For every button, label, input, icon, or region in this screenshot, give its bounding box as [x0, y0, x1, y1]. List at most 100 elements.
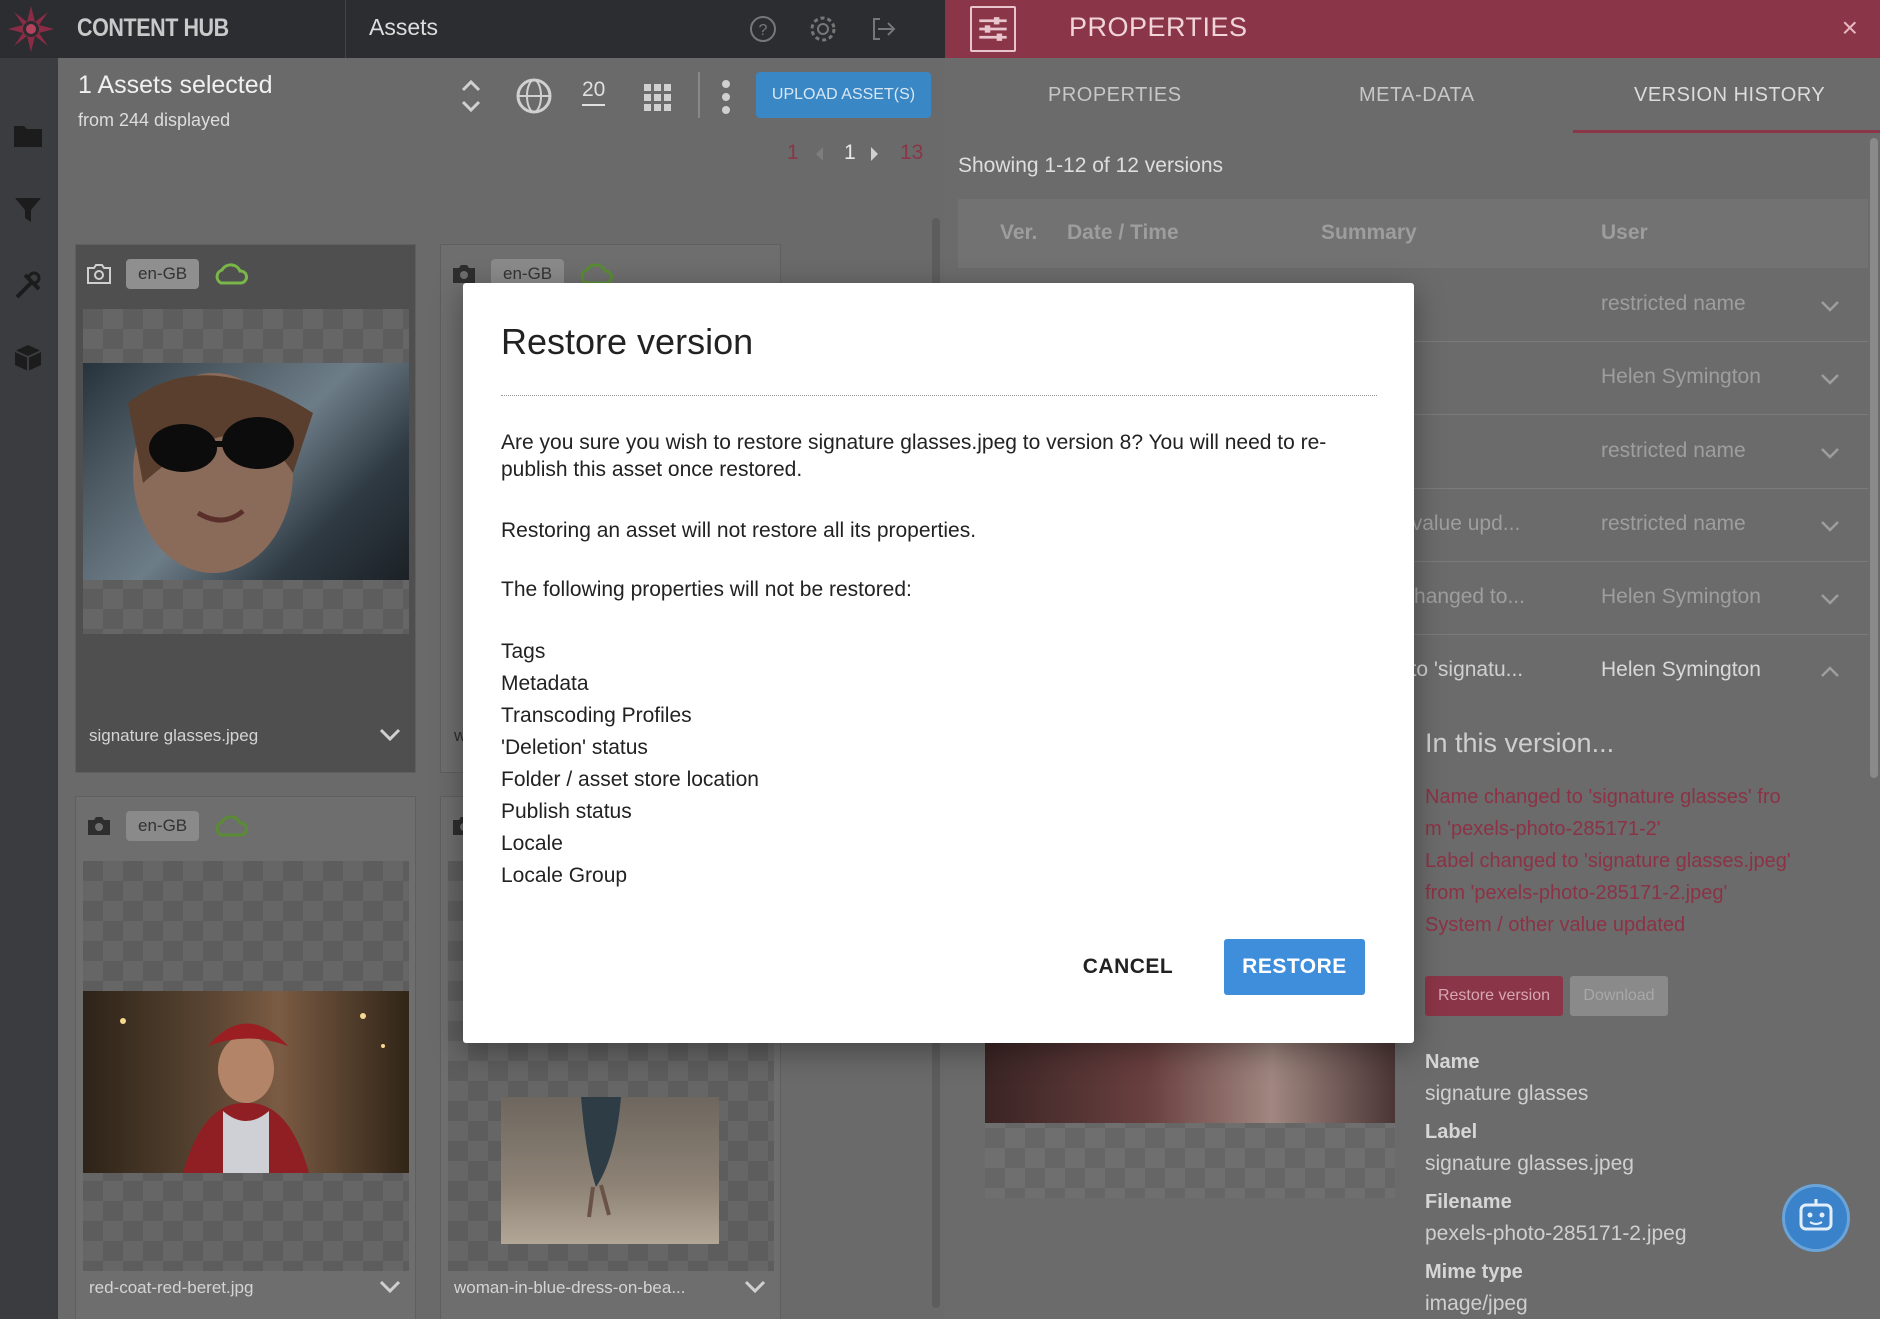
list-item: Metadata	[501, 672, 589, 695]
chevron-down-icon[interactable]	[1820, 520, 1840, 532]
grid-view-icon[interactable]	[642, 82, 672, 112]
field-value-filename: pexels-photo-285171-2.jpeg	[1425, 1222, 1687, 1245]
logout-icon[interactable]	[866, 12, 900, 46]
asset-name: signature glasses.jpeg	[89, 726, 259, 745]
locale-badge: en-GB	[126, 811, 200, 841]
row-user: restricted name	[1601, 512, 1746, 535]
dialog-message: Are you sure you wish to restore signatu…	[501, 431, 1327, 481]
asset-thumbnail	[83, 991, 409, 1173]
chevron-down-icon[interactable]	[379, 728, 401, 742]
dialog-title: Restore version	[501, 321, 754, 362]
section-title: Assets	[369, 14, 439, 40]
brand-name: CONTENT HUB	[77, 14, 229, 42]
folder-icon[interactable]	[12, 120, 44, 152]
tab-properties[interactable]: PROPERTIES	[1048, 84, 1182, 107]
page-size-selector[interactable]: 20	[582, 78, 606, 106]
filter-icon[interactable]	[12, 194, 44, 226]
upload-assets-button[interactable]: UPLOAD ASSET(S)	[756, 72, 931, 118]
top-bar: CONTENT HUB Assets ?	[0, 0, 945, 58]
field-label-filename: Filename	[1425, 1191, 1512, 1213]
content-hub-logo-icon[interactable]	[6, 4, 56, 54]
chevron-down-icon[interactable]	[1820, 373, 1840, 385]
asset-card[interactable]: en-GB signature glasses.jpeg	[75, 244, 416, 773]
globe-icon[interactable]	[514, 76, 554, 116]
properties-title: PROPERTIES	[1069, 12, 1248, 42]
asset-thumbnail	[501, 1097, 719, 1244]
column-header-version: Ver.	[1000, 221, 1038, 244]
close-icon[interactable]: ×	[1842, 12, 1858, 44]
list-item: Publish status	[501, 800, 632, 823]
active-tab-indicator	[1573, 130, 1880, 133]
tools-icon[interactable]	[12, 270, 44, 302]
svg-text:?: ?	[759, 22, 768, 39]
camera-icon	[453, 265, 475, 283]
field-value-label: signature glasses.jpeg	[1425, 1152, 1634, 1175]
chevron-down-icon[interactable]	[744, 1280, 766, 1294]
more-options-icon[interactable]	[720, 78, 732, 118]
version-count: Showing 1-12 of 12 versions	[958, 154, 1223, 177]
chevron-down-icon[interactable]	[379, 1280, 401, 1294]
chevron-down-icon[interactable]	[1820, 300, 1840, 312]
topbar-divider	[345, 0, 346, 58]
version-table-header: Ver. Date / Time Summary User	[958, 199, 1868, 268]
selection-count: 1 Assets selected	[78, 71, 273, 99]
properties-scrollbar[interactable]	[1870, 138, 1878, 778]
change-entry: m 'pexels-photo-285171-2'	[1425, 818, 1661, 840]
version-detail-heading: In this version...	[1425, 728, 1615, 758]
next-page-icon[interactable]	[869, 145, 881, 163]
help-icon[interactable]: ?	[746, 12, 780, 46]
last-page-link[interactable]: 13	[900, 141, 923, 165]
camera-icon	[87, 264, 111, 284]
row-user: restricted name	[1601, 292, 1746, 315]
change-entry: from 'pexels-photo-285171-2.jpeg'	[1425, 882, 1728, 904]
tab-version-history[interactable]: VERSION HISTORY	[1634, 84, 1825, 107]
chevron-up-icon[interactable]	[1820, 666, 1840, 678]
row-user: Helen Symington	[1601, 658, 1761, 681]
camera-icon	[88, 817, 110, 835]
change-entry: System / other value updated	[1425, 914, 1686, 936]
list-item: 'Deletion' status	[501, 736, 648, 759]
field-label-mime-type: Mime type	[1425, 1261, 1523, 1283]
current-page: 1	[844, 141, 856, 164]
row-user: restricted name	[1601, 439, 1746, 462]
field-label-label: Label	[1425, 1121, 1478, 1143]
dialog-message: The following properties will not be res…	[501, 578, 912, 601]
list-item: Folder / asset store location	[501, 768, 759, 791]
field-label-name: Name	[1425, 1051, 1480, 1073]
asset-name: woman-in-blue-dress-on-bea...	[454, 1278, 686, 1297]
first-page-link[interactable]: 1	[787, 141, 799, 165]
cancel-button[interactable]: CANCEL	[1063, 939, 1193, 995]
chatbot-button[interactable]	[1782, 1184, 1850, 1252]
cloud-published-icon	[215, 815, 249, 837]
toolbar-divider	[698, 72, 700, 118]
list-item: Transcoding Profiles	[501, 704, 692, 727]
chevron-down-icon[interactable]	[1820, 593, 1840, 605]
list-item: Locale	[501, 832, 563, 855]
change-entry: Label changed to 'signature glasses.jpeg…	[1425, 850, 1791, 872]
chevron-down-icon[interactable]	[1820, 447, 1840, 459]
tab-meta-data[interactable]: META-DATA	[1359, 84, 1475, 107]
locale-badge: en-GB	[126, 259, 200, 289]
left-nav-rail	[0, 58, 58, 1319]
prev-page-icon[interactable]	[813, 145, 825, 163]
dialog-divider	[501, 395, 1377, 396]
list-item: Tags	[501, 640, 546, 663]
row-user: Helen Symington	[1601, 585, 1761, 608]
settings-icon[interactable]	[806, 12, 840, 46]
restore-version-button[interactable]: Restore version	[1425, 976, 1563, 1016]
asset-thumbnail	[83, 363, 409, 580]
field-value-mime-type: image/jpeg	[1425, 1292, 1528, 1315]
change-entry: Name changed to 'signature glasses' fro	[1425, 786, 1781, 808]
list-item: Locale Group	[501, 864, 628, 887]
download-button[interactable]: Download	[1570, 976, 1668, 1016]
cloud-published-icon	[215, 263, 249, 285]
robot-icon	[1799, 1199, 1833, 1231]
non-restored-properties-list: Tags Metadata Transcoding Profiles 'Dele…	[501, 636, 759, 892]
asset-card[interactable]: en-GB red-coat-red-beret.jpg	[75, 796, 416, 1319]
sort-icon[interactable]	[459, 76, 483, 116]
package-icon[interactable]	[12, 342, 44, 374]
restore-button[interactable]: RESTORE	[1224, 939, 1365, 995]
display-count: from 244 displayed	[78, 110, 231, 130]
field-value-name: signature glasses	[1425, 1082, 1589, 1105]
asset-name: red-coat-red-beret.jpg	[89, 1278, 254, 1297]
